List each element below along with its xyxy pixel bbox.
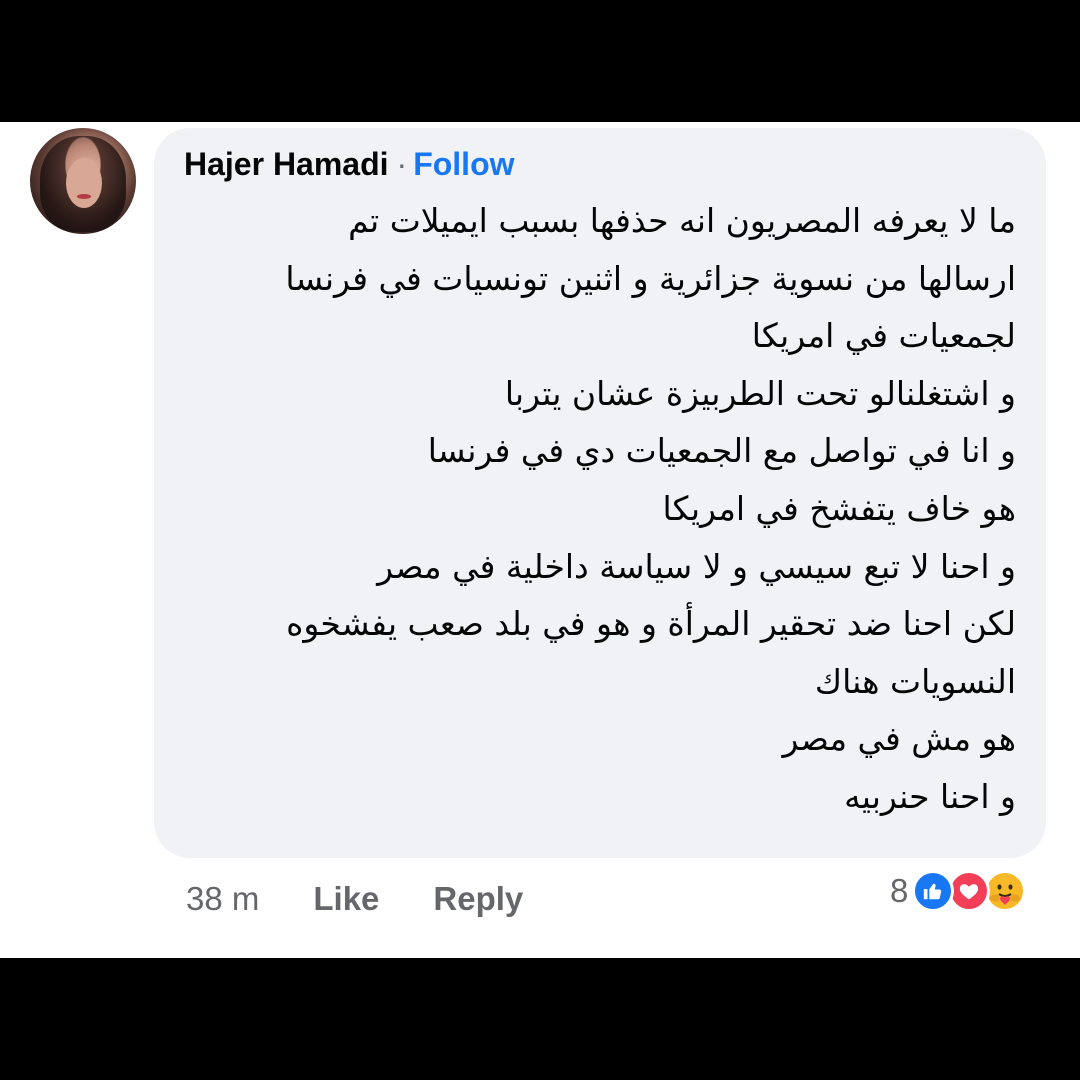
comment-line: و احنا لا تبع سيسي و لا سياسة داخلية في …: [377, 546, 1016, 586]
comment-line: و احنا حنربيه: [844, 776, 1016, 816]
reactions-summary[interactable]: 8: [890, 870, 1027, 912]
comment-line: هو مش في مصر: [782, 719, 1016, 759]
comment-actions: 38 m Like Reply: [186, 880, 523, 918]
comment-line: و انا في تواصل مع الجمعيات دي في فرنسا: [427, 431, 1016, 471]
reaction-count: 8: [890, 872, 909, 909]
comment-header: Hajer Hamadi · Follow: [184, 146, 515, 183]
comment-line: لكن احنا ضد تحقير المرأة و هو في بلد صعب…: [286, 604, 1016, 644]
timestamp[interactable]: 38 m: [186, 880, 259, 918]
comment-line: ما لا يعرفه المصريون انه حذفها بسبب ايمي…: [348, 201, 1016, 240]
comment-line: لجمعيات في امريكا: [751, 316, 1016, 356]
comment-line: و اشتغلنالو تحت الطربيزة عشان يتربا: [504, 373, 1016, 413]
separator-dot: ·: [396, 146, 408, 182]
avatar[interactable]: [30, 128, 136, 234]
comment-line: ارسالها من نسوية جزائرية و اثنين تونسيات…: [285, 258, 1016, 298]
like-icon: [912, 870, 955, 912]
follow-button[interactable]: Follow: [413, 146, 514, 182]
comment-line: النسويات هناك: [814, 661, 1016, 701]
author-name[interactable]: Hajer Hamadi: [184, 146, 389, 182]
comment-line: هو خاف يتفشخ في امريكا: [662, 488, 1016, 528]
love-icon: [948, 870, 991, 912]
reply-button[interactable]: Reply: [433, 880, 523, 918]
comment-text: ما لا يعرفه المصريون انه حذفها بسبب ايمي…: [196, 192, 1016, 826]
care-icon: [984, 870, 1027, 912]
like-button[interactable]: Like: [313, 880, 379, 918]
